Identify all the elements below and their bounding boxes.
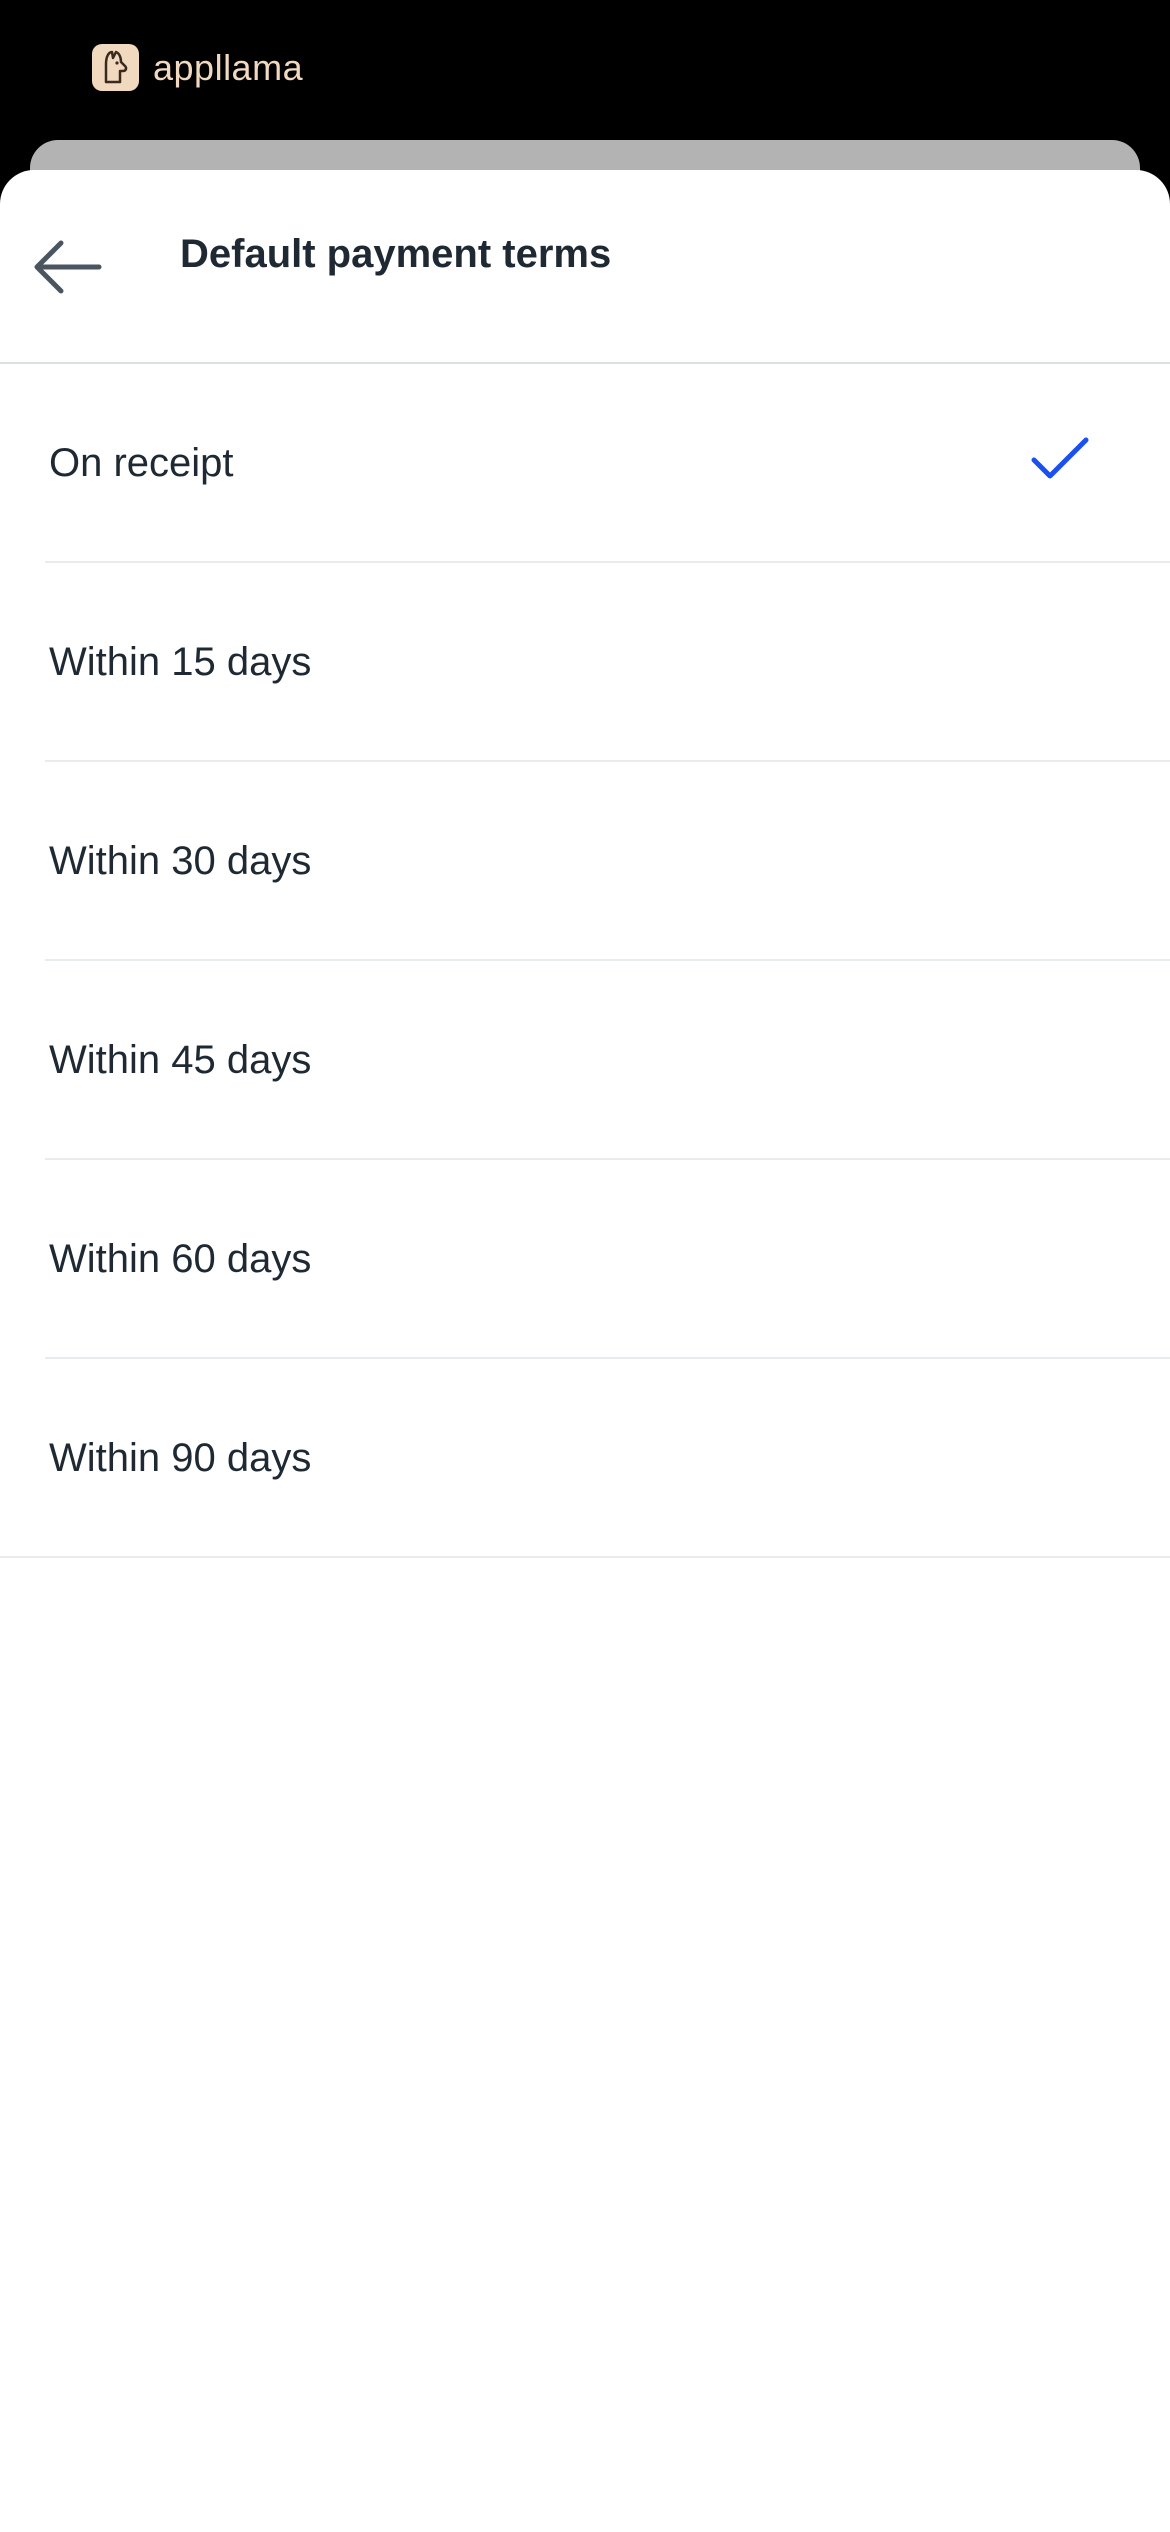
option-on-receipt[interactable]: On receipt	[0, 364, 1170, 563]
option-label: Within 90 days	[49, 1436, 312, 1480]
option-label: Within 45 days	[49, 1038, 312, 1082]
option-label: Within 30 days	[49, 839, 312, 883]
option-within-90-days[interactable]: Within 90 days	[0, 1359, 1170, 1558]
option-within-15-days[interactable]: Within 15 days	[0, 563, 1170, 762]
brand: appllama	[92, 44, 303, 91]
option-within-30-days[interactable]: Within 30 days	[0, 762, 1170, 961]
back-button[interactable]	[22, 222, 112, 312]
option-within-60-days[interactable]: Within 60 days	[0, 1160, 1170, 1359]
arrow-left-icon	[34, 240, 102, 294]
option-label: On receipt	[49, 441, 234, 485]
option-label: Within 15 days	[49, 640, 312, 684]
option-within-45-days[interactable]: Within 45 days	[0, 961, 1170, 1160]
option-label: Within 60 days	[49, 1237, 312, 1281]
sheet-header: Default payment terms	[0, 170, 1170, 364]
payment-terms-list: On receipt Within 15 days Within 30 days…	[0, 364, 1170, 1558]
brand-name: appllama	[153, 46, 304, 88]
check-icon	[1031, 437, 1089, 479]
payment-terms-sheet: Default payment terms On receipt Within …	[0, 170, 1170, 2532]
page-title: Default payment terms	[180, 232, 612, 276]
llama-logo-icon	[92, 44, 139, 91]
